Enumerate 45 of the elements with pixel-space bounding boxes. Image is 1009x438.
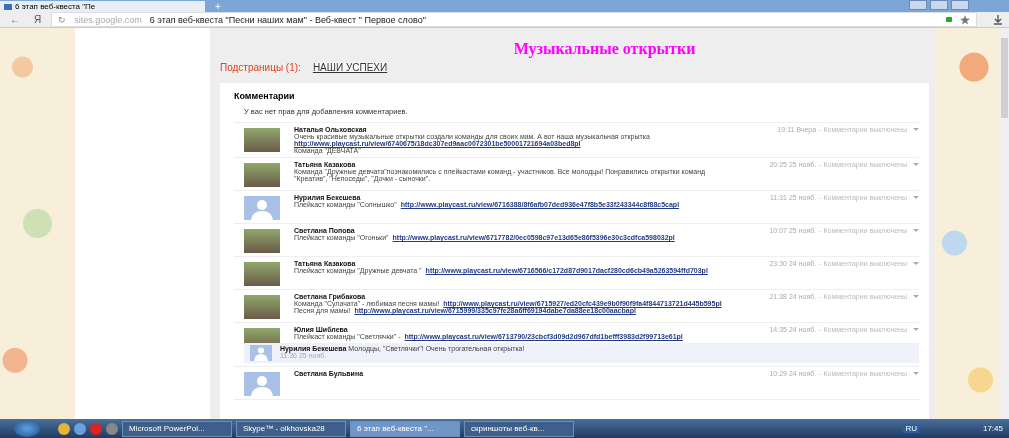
caret-icon[interactable] xyxy=(913,372,919,375)
caret-icon[interactable] xyxy=(913,229,919,232)
photo-placeholder xyxy=(244,128,280,152)
subpage-link[interactable]: НАШИ УСПЕХИ xyxy=(312,62,388,73)
taskbar-button[interactable]: Skype™ - olkhovska28 xyxy=(236,420,346,437)
caret-icon[interactable] xyxy=(913,196,919,199)
browser-logo-button[interactable]: Я xyxy=(30,14,46,25)
reload-button[interactable]: ↻ xyxy=(58,14,67,25)
photo-placeholder xyxy=(244,262,280,286)
back-button[interactable]: ← xyxy=(6,14,24,25)
clock-text: 17:45 xyxy=(982,424,1003,433)
caret-icon[interactable] xyxy=(913,128,919,131)
browser-tab[interactable]: 6 этап веб-квеста "Пе xyxy=(0,1,205,12)
domain-text: sites.google.com xyxy=(74,14,142,25)
minimize-icon[interactable] xyxy=(909,0,927,10)
subpages-label: Подстраницы (1): xyxy=(220,62,301,73)
comments-heading: Комментарии xyxy=(234,91,296,101)
avatar-silhouette-icon xyxy=(244,196,280,220)
avatar-silhouette-icon xyxy=(244,372,280,396)
page-heading: Музыкальные открытки xyxy=(513,40,696,58)
caret-icon[interactable] xyxy=(913,295,919,298)
caret-icon[interactable] xyxy=(913,328,919,331)
close-icon[interactable] xyxy=(951,0,969,10)
page-icon xyxy=(4,3,12,10)
photo-placeholder xyxy=(244,295,280,319)
language-indicator[interactable]: RU xyxy=(903,424,919,433)
lock-icon xyxy=(946,17,952,22)
browser-icon[interactable] xyxy=(58,422,70,435)
scrollbar[interactable] xyxy=(1000,28,1009,419)
app-icon[interactable] xyxy=(74,422,86,435)
star-icon[interactable] xyxy=(960,14,970,25)
app-icon[interactable] xyxy=(106,422,118,435)
address-field[interactable]: ↻ sites.google.com 6 этап веб-квеста "Песни наших мам" - Веб-квест " Первое слово" xyxy=(51,12,977,27)
tab-title: 6 этап веб-квеста "Пе xyxy=(15,2,96,11)
maximize-icon[interactable] xyxy=(930,0,948,10)
caret-icon[interactable] xyxy=(913,163,919,166)
caret-icon[interactable] xyxy=(913,262,919,265)
taskbar-button[interactable]: скриншоты веб-кв... xyxy=(464,420,574,437)
taskbar-button[interactable]: Microsoft PowerPoi... xyxy=(122,420,232,437)
start-button[interactable] xyxy=(14,420,40,437)
download-icon[interactable] xyxy=(993,14,1003,25)
photo-placeholder xyxy=(244,163,280,187)
photo-placeholder xyxy=(244,229,280,253)
page-title-text: 6 этап веб-квеста "Песни наших мам" - Веб-квест " Первое слово" xyxy=(149,14,426,25)
avatar-silhouette-icon xyxy=(250,345,272,361)
